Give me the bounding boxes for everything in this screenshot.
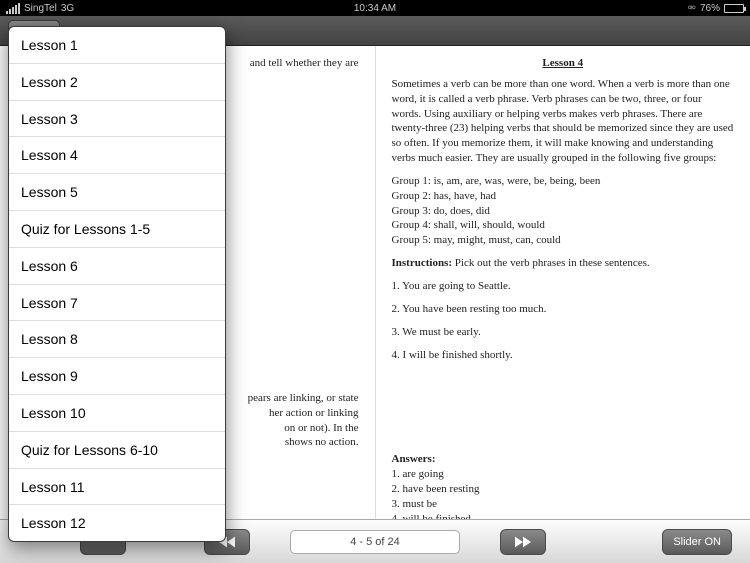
list-item[interactable]: Quiz for Lessons 6-10 bbox=[9, 432, 225, 469]
bluetooth-icon: ⚮ bbox=[688, 3, 696, 14]
intro-text: Sometimes a verb can be more than one wo… bbox=[392, 77, 735, 166]
answer-3: 3. must be bbox=[392, 497, 735, 512]
chapters-list[interactable]: Lesson 1 Lesson 2 Lesson 3 Lesson 4 Less… bbox=[9, 27, 225, 541]
signal-icon bbox=[6, 3, 20, 14]
status-right: ⚮ 76% bbox=[688, 3, 744, 14]
instructions-label: Instructions: bbox=[392, 257, 453, 269]
group-5: Group 5: may, might, must, can, could bbox=[392, 233, 735, 248]
lesson-title: Lesson 4 bbox=[392, 56, 735, 71]
group-2: Group 2: has, have, had bbox=[392, 189, 735, 204]
group-4: Group 4: shall, will, should, would bbox=[392, 218, 735, 233]
list-item[interactable]: Lesson 6 bbox=[9, 248, 225, 285]
list-item[interactable]: Lesson 7 bbox=[9, 285, 225, 322]
list-item[interactable]: Quiz for Lessons 1-5 bbox=[9, 211, 225, 248]
slider-toggle-button[interactable]: Slider ON bbox=[662, 529, 732, 555]
answers-label: Answers: bbox=[392, 452, 735, 467]
chapters-popover: Lesson 1 Lesson 2 Lesson 3 Lesson 4 Less… bbox=[8, 26, 226, 542]
question-3: 3. We must be early. bbox=[392, 325, 735, 340]
instructions-text: Pick out the verb phrases in these sente… bbox=[452, 257, 650, 269]
list-item[interactable]: Lesson 5 bbox=[9, 174, 225, 211]
question-1: 1. You are going to Seattle. bbox=[392, 279, 735, 294]
list-item[interactable]: Lesson 8 bbox=[9, 321, 225, 358]
forward-icon bbox=[515, 536, 531, 548]
list-item[interactable]: Lesson 9 bbox=[9, 358, 225, 395]
list-item[interactable]: Lesson 10 bbox=[9, 395, 225, 432]
clock: 10:34 AM bbox=[354, 3, 396, 14]
question-4: 4. I will be finished shortly. bbox=[392, 348, 735, 363]
group-3: Group 3: do, does, did bbox=[392, 204, 735, 219]
list-item[interactable]: Lesson 1 bbox=[9, 27, 225, 64]
battery-icon bbox=[724, 4, 744, 13]
battery-pct: 76% bbox=[700, 3, 720, 14]
carrier-label: SingTel bbox=[24, 3, 57, 14]
list-item[interactable]: Lesson 4 bbox=[9, 137, 225, 174]
network-label: 3G bbox=[61, 3, 74, 14]
status-bar: SingTel 3G 10:34 AM ⚮ 76% bbox=[0, 0, 750, 16]
instructions: Instructions: Pick out the verb phrases … bbox=[392, 256, 735, 271]
list-item[interactable]: Lesson 3 bbox=[9, 101, 225, 138]
list-item[interactable]: Lesson 11 bbox=[9, 469, 225, 506]
page-right[interactable]: Lesson 4 Sometimes a verb can be more th… bbox=[376, 46, 750, 519]
status-left: SingTel 3G bbox=[6, 3, 74, 14]
answer-1: 1. are going bbox=[392, 467, 735, 482]
next-page-button[interactable] bbox=[500, 529, 546, 555]
group-1: Group 1: is, am, are, was, were, be, bei… bbox=[392, 174, 735, 189]
page-indicator: 4 - 5 of 24 bbox=[290, 530, 460, 554]
question-2: 2. You have been resting too much. bbox=[392, 302, 735, 317]
list-item[interactable]: Lesson 12 bbox=[9, 505, 225, 541]
list-item[interactable]: Lesson 2 bbox=[9, 64, 225, 101]
answer-2: 2. have been resting bbox=[392, 482, 735, 497]
